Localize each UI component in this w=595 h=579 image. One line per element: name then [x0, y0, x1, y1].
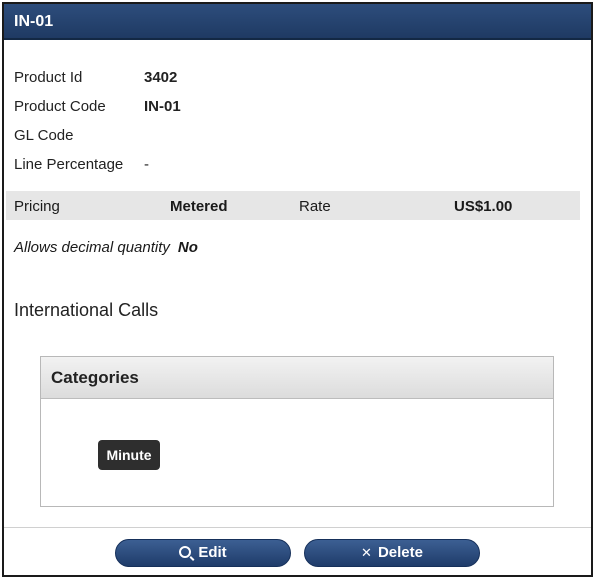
- product-code-value: IN-01: [144, 98, 181, 115]
- edit-button[interactable]: Edit: [115, 539, 291, 567]
- line-percentage-value: -: [144, 156, 149, 173]
- gl-code-label: GL Code: [14, 127, 74, 144]
- footer-divider: [4, 527, 591, 528]
- product-id-value: 3402: [144, 69, 178, 86]
- rate-value: US$1.00: [454, 198, 513, 215]
- category-tag[interactable]: Minute: [98, 440, 160, 470]
- search-icon: [179, 546, 192, 558]
- rate-label: Rate: [299, 198, 331, 215]
- product-id-label: Product Id: [14, 69, 83, 86]
- title-bar: IN-01: [4, 4, 591, 40]
- categories-header: Categories: [41, 357, 553, 399]
- pricing-value: Metered: [170, 198, 228, 215]
- pricing-label: Pricing: [14, 198, 60, 215]
- edit-button-label: Edit: [198, 544, 227, 561]
- categories-title: Categories: [51, 368, 139, 387]
- delete-button[interactable]: ✕ Delete: [304, 539, 480, 567]
- page-title: IN-01: [14, 13, 54, 30]
- product-detail-window: IN-01 Product Id 3402 Product Code IN-01…: [2, 2, 593, 577]
- delete-button-label: Delete: [377, 544, 423, 561]
- product-name: International Calls: [14, 300, 159, 320]
- close-icon: ✕: [361, 545, 372, 560]
- product-code-label: Product Code: [14, 98, 106, 115]
- decimal-quantity-row: Allows decimal quantity No: [14, 239, 198, 256]
- decimal-quantity-label: Allows decimal quantity: [14, 239, 170, 256]
- decimal-quantity-value: No: [177, 239, 198, 256]
- line-percentage-label: Line Percentage: [14, 156, 124, 173]
- pricing-row: Pricing Metered Rate US$1.00: [6, 191, 580, 220]
- categories-panel: Categories Minute: [40, 356, 554, 507]
